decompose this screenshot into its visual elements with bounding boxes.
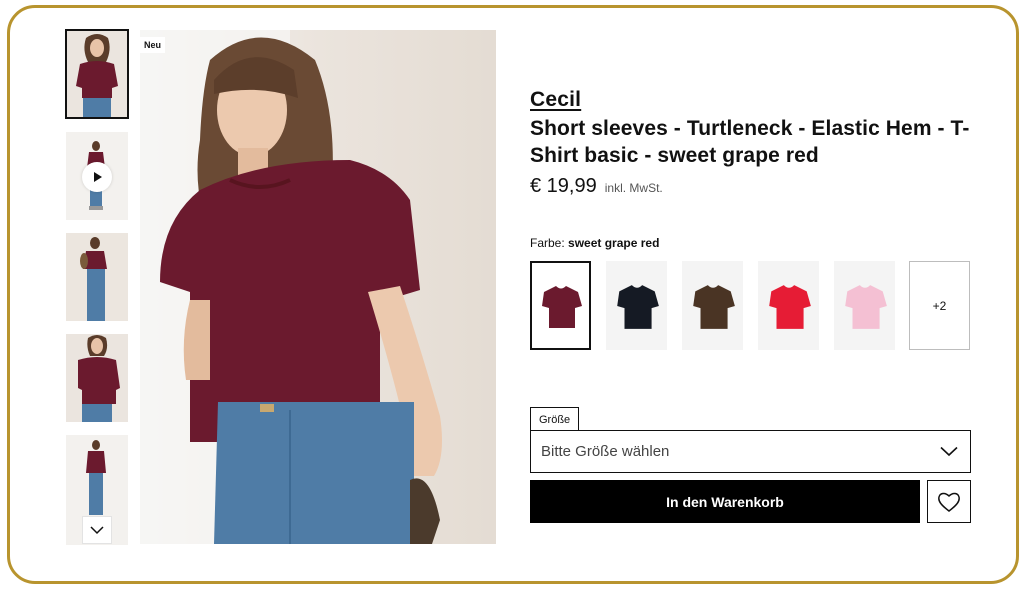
play-video-button[interactable]: [82, 162, 112, 192]
tshirt-icon: [844, 284, 887, 329]
swatch-black[interactable]: [606, 261, 667, 350]
color-label: Farbe: sweet grape red: [530, 236, 659, 250]
model-photo: [140, 30, 496, 544]
price-row: € 19,99 inkl. MwSt.: [530, 175, 663, 198]
color-label-prefix: Farbe:: [530, 236, 565, 250]
thumbnail-4[interactable]: [66, 334, 128, 422]
thumbnail-3-image: [66, 233, 128, 321]
play-icon: [94, 172, 102, 182]
vat-note: inkl. MwSt.: [604, 181, 663, 195]
heart-icon: [938, 492, 960, 512]
swatch-pink[interactable]: [834, 261, 895, 350]
main-product-image[interactable]: [140, 30, 496, 544]
tshirt-icon: [541, 285, 582, 328]
swatch-sweet-grape-red[interactable]: [530, 261, 591, 350]
thumbnail-1[interactable]: [65, 29, 129, 119]
wishlist-button[interactable]: [927, 480, 971, 523]
thumbnails-scroll-down-button[interactable]: [82, 516, 112, 544]
price: € 19,99: [530, 175, 597, 197]
brand-link[interactable]: Cecil: [530, 88, 581, 112]
new-badge: Neu: [140, 37, 166, 53]
tshirt-icon: [616, 284, 659, 329]
thumbnail-3[interactable]: [66, 233, 128, 321]
chevron-down-icon: [90, 526, 104, 535]
thumbnail-1-image: [66, 30, 128, 118]
tshirt-icon: [768, 284, 811, 329]
swatch-brown[interactable]: [682, 261, 743, 350]
swatch-red[interactable]: [758, 261, 819, 350]
tshirt-icon: [692, 284, 735, 329]
chevron-down-icon: [940, 446, 958, 457]
size-select[interactable]: Bitte Größe wählen: [530, 430, 971, 473]
add-to-cart-button[interactable]: In den Warenkorb: [530, 480, 920, 523]
product-title: Short sleeves - Turtleneck - Elastic Hem…: [530, 117, 970, 167]
selected-color-name: sweet grape red: [568, 236, 660, 250]
more-colors-button[interactable]: +2: [909, 261, 970, 350]
size-select-placeholder: Bitte Größe wählen: [541, 443, 670, 460]
thumbnail-4-image: [66, 334, 128, 422]
size-label: Größe: [530, 407, 580, 431]
